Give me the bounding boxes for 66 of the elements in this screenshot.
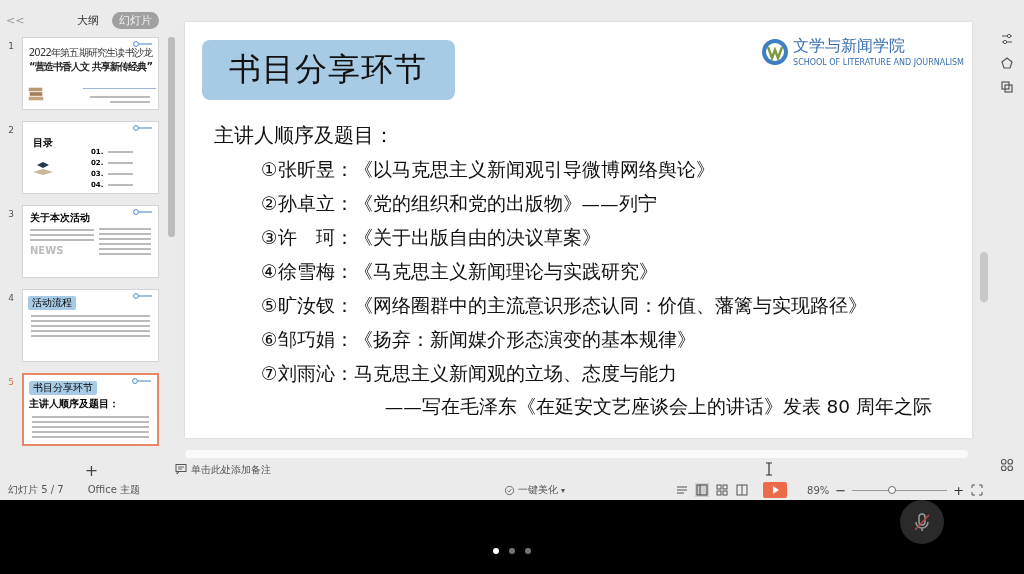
list-item: ①张昕昱：《以马克思主义新闻观引导微博网络舆论》: [261, 158, 716, 182]
notes-field[interactable]: 单击此处添加备注: [191, 463, 341, 475]
play-button[interactable]: [763, 482, 788, 498]
logo-subtitle: SCHOOL OF LITERATURE AND JOURNALISM: [793, 58, 964, 67]
list-item: ⑤旷汝钗：《网络圈群中的主流意识形态认同：价值、藩篱与实现路径》: [261, 294, 868, 318]
page-dot[interactable]: [493, 548, 499, 554]
settings-sliders-icon[interactable]: [1000, 32, 1014, 46]
thumbnail-text: 主讲人顺序及题目：: [29, 397, 120, 411]
theme-label[interactable]: Office 主题: [87, 483, 140, 497]
beautify-button[interactable]: 一键美化 ▾: [504, 483, 566, 497]
shape-icon[interactable]: [1000, 56, 1014, 70]
slide-counter: 幻灯片 5 / 7: [8, 483, 64, 497]
normal-view-icon[interactable]: [695, 483, 710, 497]
slide-number: 5: [7, 376, 15, 387]
copy-icon[interactable]: [1000, 80, 1014, 94]
slide-number: 4: [7, 292, 15, 303]
zoom-in-button[interactable]: +: [953, 482, 965, 498]
thumbnail-title: 目录: [33, 136, 53, 150]
fit-window-icon[interactable]: [970, 483, 985, 497]
logo-icon: [132, 378, 152, 384]
list-item: ③许 珂：《关于出版自由的决议草案》: [261, 226, 602, 250]
logo-icon: [133, 209, 153, 215]
page-dot[interactable]: [509, 548, 515, 554]
notes-view-icon[interactable]: [675, 483, 690, 497]
slide-text: ——写在毛泽东《在延安文艺座谈会上的讲话》发表 80 周年之际: [383, 395, 932, 419]
slide-number: 3: [7, 208, 15, 219]
thumbnail-text: NEWS: [30, 245, 65, 256]
text-lines-drawing: [99, 228, 151, 255]
slide-thumbnail[interactable]: 2022年第五期研究生读书沙龙 “营造书香人文 共享新传经典”: [22, 37, 159, 110]
grid-icon[interactable]: [1000, 458, 1014, 472]
slide-thumbnail[interactable]: 活动流程: [22, 289, 159, 362]
comment-icon: [175, 463, 187, 475]
logo-icon: [133, 125, 153, 131]
logo-icon: [133, 293, 153, 299]
slider-thumb[interactable]: [888, 485, 897, 494]
thumbnail-title: 书目分享环节: [29, 381, 97, 395]
logo-icon: [760, 36, 791, 67]
list-item: ⑥邹巧娟：《扬弃：新闻媒介形态演变的基本规律》: [261, 328, 697, 352]
text-cursor-icon: [765, 462, 773, 476]
slide-title: 书目分享环节: [202, 40, 455, 100]
list-item: ⑦刘雨沁：马克思主义新闻观的立场、态度与能力: [261, 362, 678, 386]
page-dot[interactable]: [525, 548, 531, 554]
check-circle-icon: [504, 484, 515, 496]
thumbnail-title: “营造书香人文 共享新传经典”: [27, 60, 154, 74]
slide-thumbnail[interactable]: 书目分享环节 主讲人顺序及题目：: [22, 373, 159, 446]
books-icon: [27, 85, 45, 103]
zoom-out-button[interactable]: −: [835, 482, 847, 498]
list-item: ②孙卓立：《党的组织和党的出版物》——列宁: [261, 192, 658, 216]
list-item: ④徐雪梅：《马克思主义新闻理论与实践研究》: [261, 260, 659, 284]
slide-text: 主讲人顺序及题目：: [214, 122, 395, 149]
grid-view-icon[interactable]: [715, 483, 730, 497]
slide-thumbnail[interactable]: 关于本次活动 NEWS: [22, 205, 159, 278]
slide-number: 2: [7, 124, 15, 135]
thumbnail-title: 活动流程: [28, 296, 76, 310]
thumbnail-text: 2022年第五期研究生读书沙龙: [27, 46, 154, 60]
logo-text: 文学与新闻学院: [793, 36, 907, 57]
text-lines-drawing: [90, 96, 150, 103]
thumbnail-title: 关于本次活动: [30, 211, 90, 225]
reading-view-icon[interactable]: [735, 483, 750, 497]
logo-icon: [133, 41, 153, 47]
slide-number: 1: [7, 40, 15, 51]
panel-tab[interactable]: 大纲: [70, 12, 107, 29]
text-lines-drawing: [30, 229, 94, 241]
add-slide-button[interactable]: +: [84, 461, 99, 480]
zoom-level[interactable]: 89%: [807, 484, 830, 496]
microphone-button[interactable]: [900, 500, 944, 544]
